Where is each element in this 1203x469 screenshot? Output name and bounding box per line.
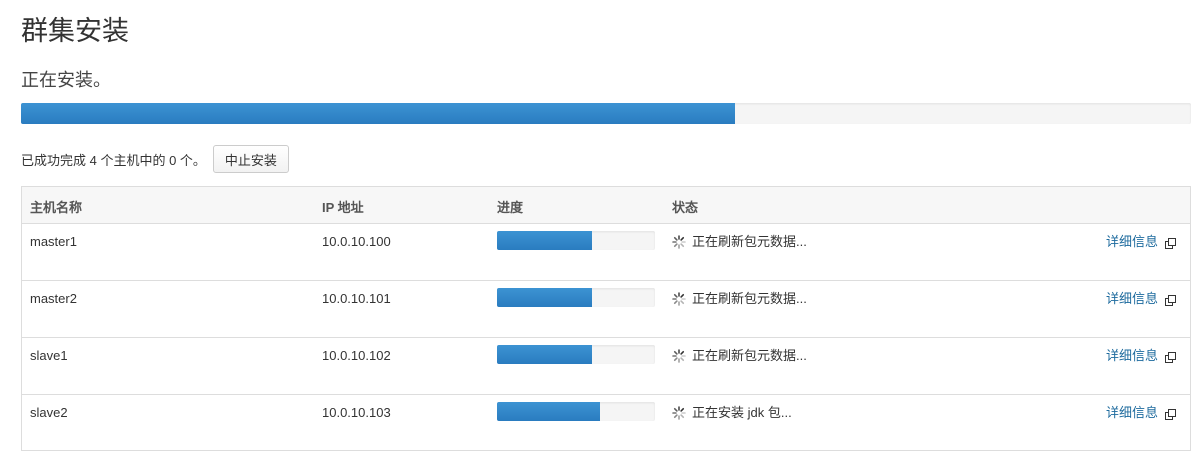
overall-progress-fill	[21, 103, 735, 124]
loading-spinner-icon	[672, 349, 686, 363]
host-name: master1	[30, 234, 77, 249]
external-link-icon[interactable]	[1165, 294, 1176, 306]
table-header: 主机名称 IP 地址 进度 状态	[22, 187, 1190, 224]
host-progress-bar	[497, 402, 655, 421]
host-progress-fill	[497, 288, 592, 307]
host-detail: 详细信息	[1106, 348, 1176, 364]
host-name: master2	[30, 291, 77, 306]
overall-progress-bar	[21, 103, 1191, 124]
details-link[interactable]: 详细信息	[1106, 234, 1158, 250]
host-ip: 10.0.10.100	[322, 234, 391, 249]
loading-spinner-icon	[672, 406, 686, 420]
details-link[interactable]: 详细信息	[1106, 405, 1158, 421]
host-status-text: 正在刷新包元数据...	[692, 348, 807, 363]
host-detail: 详细信息	[1106, 234, 1176, 250]
host-status: 正在安装 jdk 包...	[672, 405, 792, 421]
completion-summary-text: 已成功完成 4 个主机中的 0 个。	[21, 152, 206, 168]
host-progress-fill	[497, 231, 592, 250]
host-ip: 10.0.10.103	[322, 405, 391, 420]
table-row: master2 10.0.10.101 正在刷新包元数据... 详细信息	[22, 281, 1190, 338]
external-link-icon[interactable]	[1165, 237, 1176, 249]
install-status-subtitle: 正在安装。	[21, 70, 111, 91]
column-header-progress[interactable]: 进度	[497, 197, 523, 216]
host-status-text: 正在刷新包元数据...	[692, 291, 807, 306]
table-row: slave1 10.0.10.102 正在刷新包元数据... 详细信息	[22, 338, 1190, 395]
host-ip: 10.0.10.102	[322, 348, 391, 363]
column-header-host[interactable]: 主机名称	[30, 197, 82, 216]
details-link[interactable]: 详细信息	[1106, 291, 1158, 307]
host-progress-fill	[497, 402, 600, 421]
host-status: 正在刷新包元数据...	[672, 291, 807, 307]
host-name: slave1	[30, 348, 68, 363]
host-detail: 详细信息	[1106, 405, 1176, 421]
loading-spinner-icon	[672, 292, 686, 306]
table-row: slave2 10.0.10.103 正在安装 jdk 包... 详细信息	[22, 395, 1190, 450]
external-link-icon[interactable]	[1165, 408, 1176, 420]
summary-line: 已成功完成 4 个主机中的 0 个。 中止安装	[21, 144, 289, 174]
host-progress-bar	[497, 288, 655, 307]
host-detail: 详细信息	[1106, 291, 1176, 307]
column-header-status[interactable]: 状态	[672, 197, 698, 216]
host-progress-bar	[497, 231, 655, 250]
host-status: 正在刷新包元数据...	[672, 348, 807, 364]
host-status-text: 正在安装 jdk 包...	[692, 405, 792, 420]
page-title: 群集安装	[21, 16, 129, 47]
loading-spinner-icon	[672, 235, 686, 249]
host-name: slave2	[30, 405, 68, 420]
hosts-table: 主机名称 IP 地址 进度 状态 master1 10.0.10.100 正在刷新包…	[21, 186, 1191, 451]
host-ip: 10.0.10.101	[322, 291, 391, 306]
column-header-ip[interactable]: IP 地址	[322, 197, 364, 216]
external-link-icon[interactable]	[1165, 351, 1176, 363]
host-status: 正在刷新包元数据...	[672, 234, 807, 250]
host-progress-fill	[497, 345, 592, 364]
abort-install-button[interactable]: 中止安装	[212, 145, 289, 173]
host-status-text: 正在刷新包元数据...	[692, 234, 807, 249]
table-row: master1 10.0.10.100 正在刷新包元数据... 详细信息	[22, 224, 1190, 281]
host-progress-bar	[497, 345, 655, 364]
details-link[interactable]: 详细信息	[1106, 348, 1158, 364]
